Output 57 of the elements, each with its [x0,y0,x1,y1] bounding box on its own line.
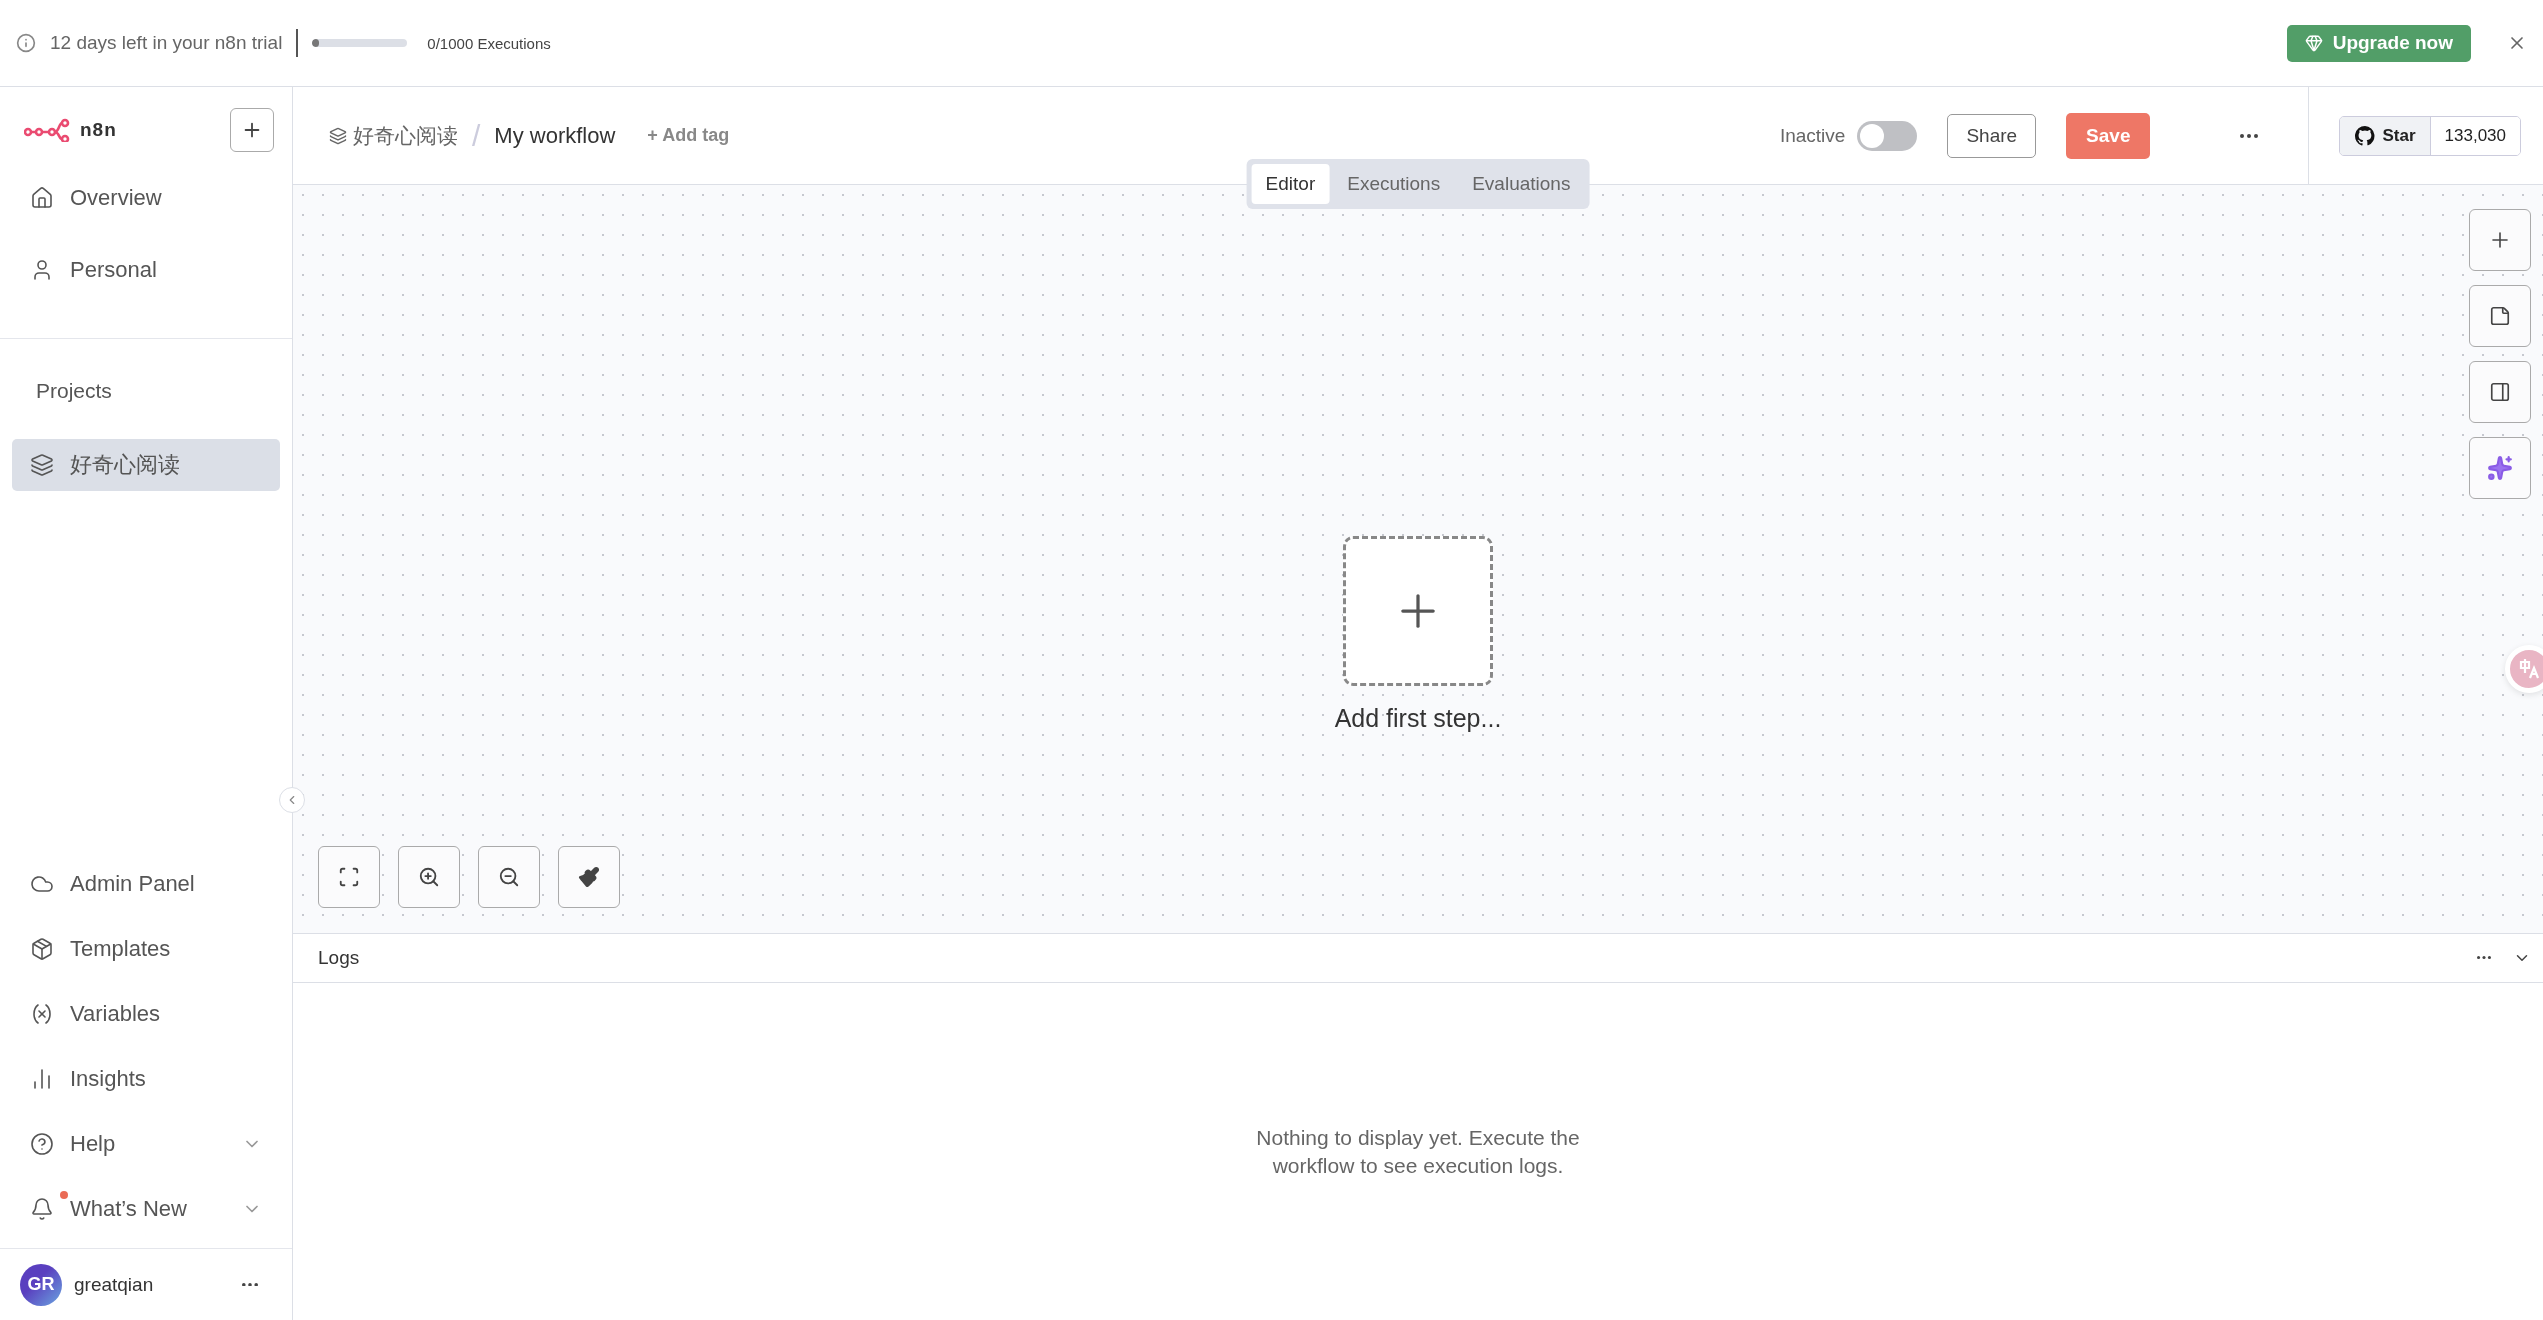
view-tab[interactable]: Editor [1251,164,1330,204]
layers-icon [329,126,347,145]
usage-text: 0/1000 Executions [427,34,551,52]
zoom-out-button[interactable] [478,846,540,908]
section-heading: Projects [35,379,113,403]
user-name: greatqian [74,1273,154,1296]
panel-button[interactable] [2469,361,2531,423]
add-node-button[interactable] [2469,209,2531,271]
trial-text: 12 days left in your n8n trial [50,32,283,54]
add-step-label: Add first step... [1334,703,1502,733]
sidebar-item[interactable]: Admin Panel [12,858,280,910]
sidebar-item[interactable]: Overview [12,172,280,224]
github-icon [2354,124,2377,147]
ellipsis-icon [242,1282,258,1287]
sticky-note-button[interactable] [2469,285,2531,347]
add-tag-button[interactable]: + Add tag [647,125,730,146]
fit-view-icon [338,866,360,888]
zoom-out-icon [498,866,520,888]
sidebar-item[interactable]: 好奇心阅读 [12,439,280,491]
sidebar-item[interactable]: Help [12,1118,280,1170]
panel-icon [2489,381,2511,403]
view-tab[interactable]: Executions [1333,164,1455,204]
zoom-in-button[interactable] [398,846,460,908]
sidebar-item[interactable]: Templates [12,923,280,975]
share-button[interactable]: Share [1947,113,2037,158]
star-button[interactable]: Star [2340,116,2431,155]
ellipsis-icon [2240,133,2259,138]
breadcrumb-separator: / [472,118,481,153]
logs-title: Logs [318,947,360,969]
sparkles-icon [2487,455,2513,481]
status-label: Inactive [1779,124,1846,147]
translate-icon [2518,658,2540,680]
sidebar-item[interactable]: Insights [12,1053,280,1105]
sidebar-item[interactable]: What’s New [12,1183,280,1235]
more-button[interactable] [2477,956,2491,960]
active-toggle[interactable] [1857,120,1918,151]
user-avatar: GR [20,1263,62,1306]
zoom-in-icon [418,866,440,888]
ai-assistant-button[interactable] [2469,437,2531,499]
tidy-up-button[interactable] [558,846,620,908]
project-link[interactable]: 好奇心阅读 [329,121,458,150]
brush-icon [578,866,600,888]
note-icon [2489,305,2511,327]
view-tab[interactable]: Evaluations [1458,164,1585,204]
sidebar-item[interactable]: Personal [12,244,280,296]
ellipsis-icon [2477,956,2491,960]
add-button[interactable] [230,107,274,152]
sidebar-item[interactable]: Variables [12,988,280,1040]
workflow-name: My workflow [494,122,616,149]
gem-icon [2304,34,2323,52]
info-icon [16,33,36,53]
empty-message: Nothing to display yet. Execute the workflow to see execution logs. [1255,1124,1581,1179]
more-button[interactable] [2240,133,2259,138]
add-step-button[interactable] [1343,535,1493,686]
more-button[interactable] [242,1282,258,1287]
logo-icon [24,117,70,142]
brand-name: n8n [80,118,117,141]
